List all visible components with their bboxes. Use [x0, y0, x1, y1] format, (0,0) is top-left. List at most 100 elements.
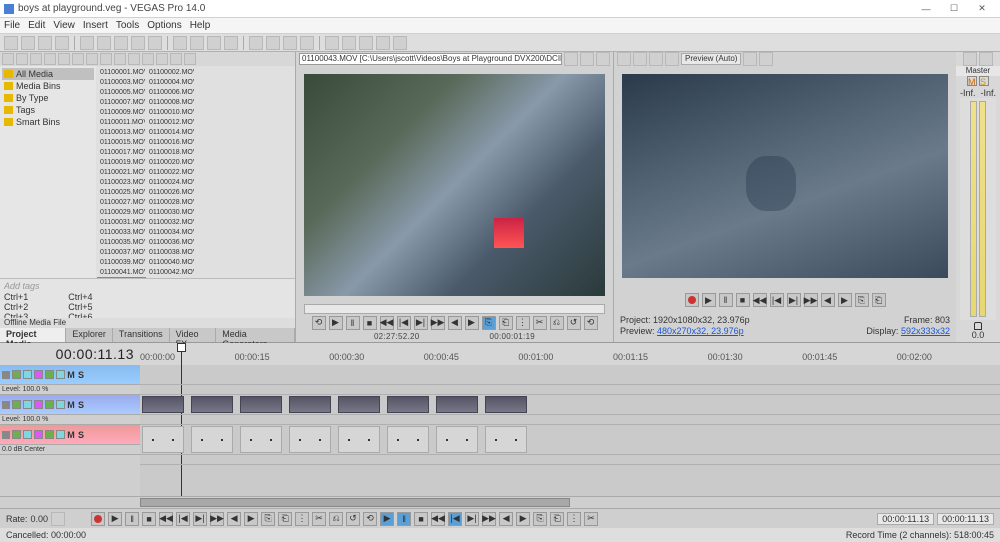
transport-btn-25[interactable]: ▶ — [516, 512, 530, 526]
transport-btn-13[interactable]: ✂ — [533, 316, 547, 330]
timeline-scrollbar[interactable] — [0, 496, 1000, 508]
transport-btn-8[interactable]: ◀ — [821, 293, 835, 307]
track-btn[interactable] — [56, 400, 65, 409]
tree-item-smart-bins[interactable]: Smart Bins — [2, 116, 94, 128]
media-item[interactable]: 01100023.MOV — [97, 177, 146, 187]
track-m-button[interactable]: M — [67, 431, 75, 439]
audio-clip[interactable] — [338, 426, 380, 453]
transport-btn-20[interactable]: ◀◀ — [431, 512, 445, 526]
media-item[interactable]: 01100007.MOV — [97, 97, 146, 107]
toolbar-btn-0[interactable] — [4, 36, 18, 50]
transport-btn-21[interactable]: |◀ — [448, 512, 462, 526]
toolbar-btn-5[interactable] — [97, 36, 111, 50]
media-item[interactable]: 01100039.MOV — [97, 257, 146, 267]
transport-btn-8[interactable]: ◀ — [227, 512, 241, 526]
media-item[interactable]: 01100008.MOV — [146, 97, 195, 107]
media-tool-9[interactable] — [128, 53, 140, 65]
track-btn[interactable] — [23, 370, 32, 379]
media-tool-0[interactable] — [2, 53, 14, 65]
tree-item-all-media[interactable]: All Media — [2, 68, 94, 80]
media-tool-10[interactable] — [142, 53, 154, 65]
source-file-dropdown[interactable]: 01100043.MOV [C:\Users\jscott\Videos\Boy… — [299, 53, 562, 65]
track-row[interactable] — [140, 425, 1000, 455]
toolbar-btn-9[interactable] — [173, 36, 187, 50]
tag-shortcut[interactable]: Ctrl+1 — [4, 292, 28, 302]
rate-reset[interactable] — [51, 512, 65, 526]
media-item[interactable]: 01100004.MOV — [146, 77, 195, 87]
video-clip[interactable] — [240, 396, 282, 413]
media-item[interactable]: 01100036.MOV — [146, 237, 195, 247]
tab-transitions[interactable]: Transitions — [113, 328, 170, 342]
media-item[interactable]: 01100032.MOV — [146, 217, 195, 227]
media-item[interactable]: 01100001.MOV — [97, 67, 146, 77]
transport-btn-2[interactable]: ‖ — [719, 293, 733, 307]
media-item[interactable]: 01100016.MOV — [146, 137, 195, 147]
close-button[interactable]: ✕ — [968, 0, 996, 17]
transport-btn-1[interactable]: ▶ — [108, 512, 122, 526]
media-item[interactable]: 01100027.MOV — [97, 197, 146, 207]
media-item[interactable]: 01100041.MOV — [97, 267, 146, 277]
transport-btn-9[interactable]: ▶ — [838, 293, 852, 307]
prog-tool-a[interactable] — [617, 52, 631, 66]
track-btn[interactable] — [12, 400, 21, 409]
toolbar-btn-12[interactable] — [224, 36, 238, 50]
media-item[interactable]: 01100015.MOV — [97, 137, 146, 147]
media-item[interactable]: 01100034.MOV — [146, 227, 195, 237]
audio-clip[interactable] — [289, 426, 331, 453]
playhead[interactable] — [181, 343, 182, 365]
transport-btn-13[interactable]: ✂ — [312, 512, 326, 526]
track-btn[interactable] — [12, 370, 21, 379]
media-item[interactable]: 01100012.MOV — [146, 117, 195, 127]
track-m-button[interactable]: M — [67, 401, 75, 409]
video-clip[interactable] — [485, 396, 527, 413]
transport-btn-0[interactable]: ⟲ — [312, 316, 326, 330]
transport-btn-4[interactable]: ◀◀ — [159, 512, 173, 526]
menu-edit[interactable]: Edit — [28, 20, 45, 31]
transport-btn-23[interactable]: ▶▶ — [482, 512, 496, 526]
toolbar-btn-6[interactable] — [114, 36, 128, 50]
media-item[interactable]: 01100029.MOV — [97, 207, 146, 217]
master-solo-button[interactable]: S — [979, 76, 989, 86]
transport-btn-0[interactable] — [685, 293, 699, 307]
transport-btn-2[interactable]: ‖ — [346, 316, 360, 330]
tab-project-media[interactable]: Project Media — [0, 328, 66, 342]
transport-btn-6[interactable]: ▶| — [414, 316, 428, 330]
transport-btn-7[interactable]: ▶▶ — [804, 293, 818, 307]
source-scrubber[interactable] — [304, 304, 605, 314]
video-clip[interactable] — [338, 396, 380, 413]
toolbar-btn-21[interactable] — [393, 36, 407, 50]
track-btn[interactable] — [34, 370, 43, 379]
prog-tool-f[interactable] — [759, 52, 773, 66]
selection-end[interactable]: 00:00:11.13 — [937, 513, 994, 525]
menu-tools[interactable]: Tools — [116, 20, 139, 31]
track-s-button[interactable]: S — [77, 401, 85, 409]
media-item[interactable]: 01100030.MOV — [146, 207, 195, 217]
media-tool-4[interactable] — [58, 53, 70, 65]
tag-shortcut[interactable]: Ctrl+5 — [68, 302, 92, 312]
transport-btn-11[interactable]: ⎗ — [872, 293, 886, 307]
track-header-2[interactable]: MS — [0, 395, 140, 415]
transport-btn-28[interactable]: ⋮ — [567, 512, 581, 526]
scroll-thumb[interactable] — [140, 498, 570, 507]
toolbar-btn-14[interactable] — [266, 36, 280, 50]
media-item[interactable]: 01100005.MOV — [97, 87, 146, 97]
source-video[interactable] — [304, 74, 605, 296]
toolbar-btn-2[interactable] — [38, 36, 52, 50]
media-tool-12[interactable] — [170, 53, 182, 65]
prev-val[interactable]: 480x270x32, 23.976p — [657, 326, 744, 336]
track-btn[interactable] — [12, 430, 21, 439]
toolbar-btn-20[interactable] — [376, 36, 390, 50]
source-tool-3[interactable] — [596, 52, 610, 66]
tag-shortcut[interactable]: Ctrl+4 — [68, 292, 92, 302]
track-header-3[interactable]: MS — [0, 425, 140, 445]
tab-media-generators[interactable]: Media Generators — [216, 328, 295, 342]
toolbar-btn-13[interactable] — [249, 36, 263, 50]
media-item[interactable]: 01100031.MOV — [97, 217, 146, 227]
track-btn[interactable] — [45, 400, 54, 409]
media-tool-11[interactable] — [156, 53, 168, 65]
tag-shortcut[interactable]: Ctrl+2 — [4, 302, 28, 312]
track-btn[interactable] — [34, 400, 43, 409]
media-item[interactable]: 01100003.MOV — [97, 77, 146, 87]
track-btn[interactable] — [23, 400, 32, 409]
media-item[interactable]: 01100022.MOV — [146, 167, 195, 177]
